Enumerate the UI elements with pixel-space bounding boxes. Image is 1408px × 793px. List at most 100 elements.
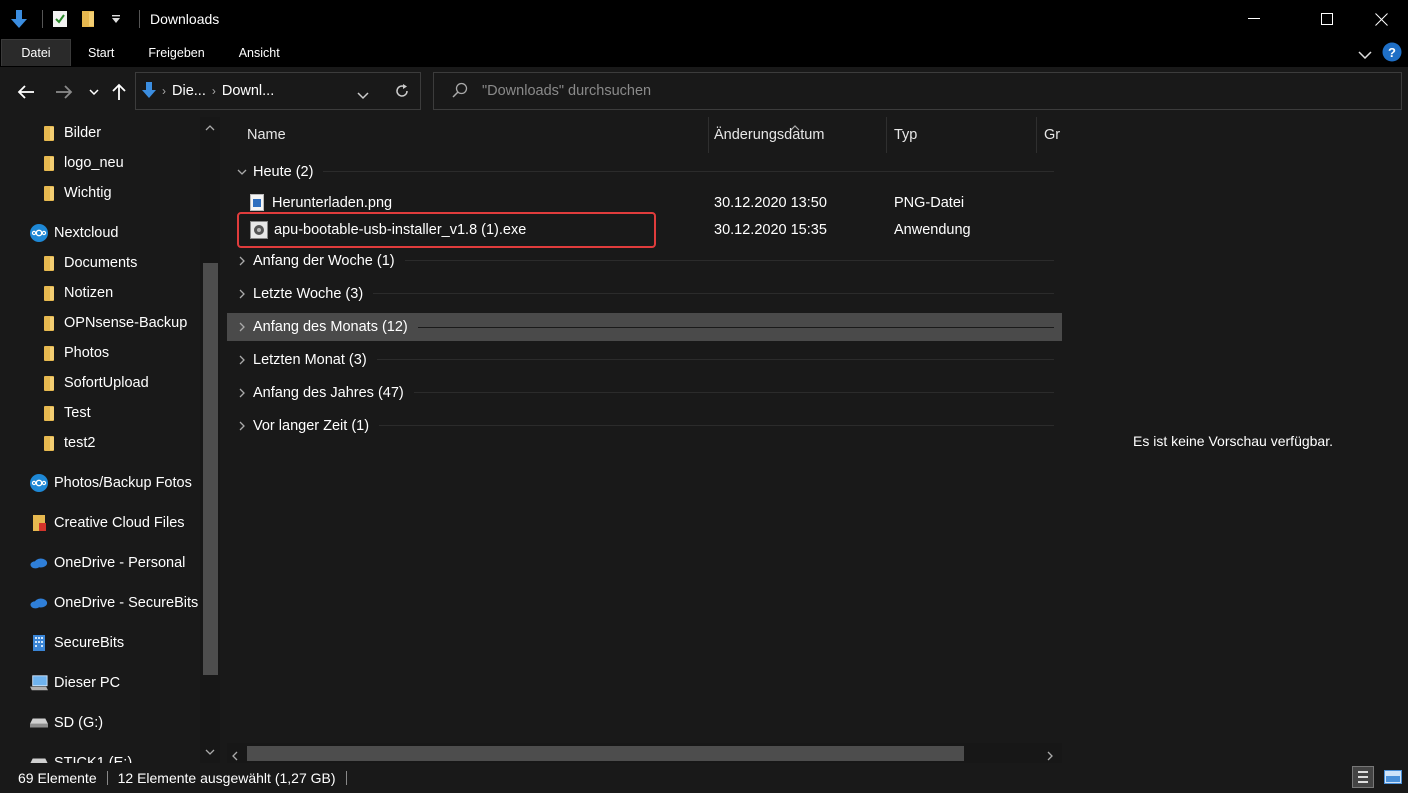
sidebar-item-dieser-pc[interactable]: Dieser PC — [30, 669, 222, 697]
group-header-last-month[interactable]: Letzten Monat (3) — [227, 343, 1062, 376]
search-icon — [452, 82, 468, 101]
group-divider — [376, 359, 1054, 360]
group-header-last-week[interactable]: Letzte Woche (3) — [227, 277, 1062, 310]
breadcrumb-separator-icon: › — [162, 84, 166, 98]
folder-icon — [40, 434, 58, 452]
status-bar: 69 Elemente 12 Elemente ausgewählt (1,27… — [0, 763, 1408, 793]
customize-toolbar-icon[interactable] — [105, 8, 127, 30]
forward-arrow-icon[interactable] — [52, 80, 76, 104]
column-header-date[interactable]: Änderungsdatum — [714, 117, 824, 153]
back-arrow-icon[interactable] — [14, 80, 38, 104]
search-box[interactable] — [433, 72, 1402, 110]
expand-ribbon-icon[interactable] — [1358, 46, 1372, 62]
scroll-down-icon[interactable] — [200, 744, 220, 760]
folder-icon — [40, 124, 58, 142]
column-header-name[interactable]: Name — [247, 117, 286, 153]
minimize-button[interactable] — [1208, 0, 1300, 38]
expand-chevron-icon[interactable] — [235, 289, 249, 299]
address-dropdown-icon[interactable] — [357, 87, 369, 103]
horizontal-scrollbar[interactable] — [227, 743, 1062, 763]
group-header-month-start[interactable]: Anfang des Monats (12) — [227, 313, 1062, 341]
sidebar-item-wichtig[interactable]: Wichtig — [40, 179, 222, 207]
new-folder-icon[interactable] — [77, 8, 99, 30]
close-icon — [1374, 12, 1388, 26]
tab-start[interactable]: Start — [71, 39, 131, 66]
group-header-today[interactable]: Heute (2) — [227, 155, 1062, 188]
expand-chevron-icon[interactable] — [235, 388, 249, 398]
details-view-button[interactable] — [1352, 766, 1374, 788]
collapse-chevron-icon[interactable] — [235, 169, 249, 175]
status-separator — [106, 771, 108, 785]
horizontal-scrollbar-thumb[interactable] — [247, 746, 964, 761]
sidebar-item-label: OneDrive - Personal — [54, 555, 186, 571]
sidebar-item-notizen[interactable]: Notizen — [40, 279, 222, 307]
nextcloud-icon — [30, 474, 48, 492]
close-button[interactable] — [1354, 0, 1408, 38]
sidebar-item-onedrive-securebits[interactable]: OneDrive - SecureBits — [30, 589, 222, 617]
creative-cloud-folder-icon — [30, 514, 48, 532]
column-divider[interactable] — [1036, 117, 1037, 153]
column-header-type[interactable]: Typ — [894, 117, 917, 153]
group-header-year-start[interactable]: Anfang des Jahres (47) — [227, 376, 1062, 409]
group-header-week-start[interactable]: Anfang der Woche (1) — [227, 244, 1062, 277]
group-label: Anfang des Monats (12) — [253, 319, 408, 335]
sidebar-item-sd-drive[interactable]: SD (G:) — [30, 709, 222, 737]
scroll-up-icon[interactable] — [200, 120, 220, 136]
sidebar-item-photos-backup-fotos[interactable]: Photos/Backup Fotos — [30, 469, 222, 497]
folder-icon — [40, 184, 58, 202]
expand-chevron-icon[interactable] — [235, 355, 249, 365]
expand-chevron-icon[interactable] — [235, 421, 249, 431]
breadcrumb-separator-icon: › — [211, 84, 216, 98]
sidebar-item-sofortupload[interactable]: SofortUpload — [40, 369, 222, 397]
group-header-long-ago[interactable]: Vor langer Zeit (1) — [227, 409, 1062, 442]
sidebar-scrollbar-thumb[interactable] — [203, 263, 218, 675]
breadcrumb-item[interactable]: Downl... — [222, 83, 274, 99]
sidebar-item-bilder[interactable]: Bilder — [40, 119, 222, 147]
tab-ansicht[interactable]: Ansicht — [222, 39, 297, 66]
group-label: Heute (2) — [253, 163, 314, 180]
window-title: Downloads — [150, 11, 220, 27]
properties-icon[interactable] — [49, 8, 71, 30]
scroll-right-icon[interactable] — [1047, 748, 1053, 764]
group-divider — [379, 425, 1054, 426]
column-divider[interactable] — [886, 117, 887, 153]
recent-locations-chevron-icon[interactable] — [82, 80, 106, 104]
sidebar-item-label: SD (G:) — [54, 715, 104, 731]
sidebar-item-label: test2 — [64, 435, 96, 451]
scroll-left-icon[interactable] — [232, 748, 238, 764]
sidebar-item-nextcloud[interactable]: Nextcloud — [30, 219, 222, 247]
sidebar-item-logo-neu[interactable]: logo_neu — [40, 149, 222, 177]
download-arrow-icon[interactable] — [8, 8, 30, 30]
column-header-size[interactable]: Gr — [1044, 117, 1062, 153]
sidebar-scrollbar[interactable] — [200, 117, 220, 763]
help-icon[interactable]: ? — [1382, 42, 1402, 65]
refresh-icon[interactable] — [394, 83, 410, 102]
search-input[interactable] — [482, 83, 1282, 99]
expand-chevron-icon[interactable] — [235, 322, 249, 332]
sidebar-item-label: OneDrive - SecureBits — [54, 595, 199, 611]
sidebar-item-label: Test — [64, 405, 91, 421]
expand-chevron-icon[interactable] — [235, 256, 249, 266]
sidebar-item-label: Creative Cloud Files — [54, 515, 185, 531]
group-divider — [323, 171, 1054, 172]
address-bar[interactable]: › Die... › Downl... — [135, 72, 421, 110]
breadcrumb-item[interactable]: Die... — [172, 83, 206, 99]
sidebar-item-creative-cloud-files[interactable]: Creative Cloud Files — [30, 509, 222, 537]
tab-datei[interactable]: Datei — [1, 39, 71, 66]
column-divider[interactable] — [708, 117, 709, 153]
sidebar-item-photos[interactable]: Photos — [40, 339, 222, 367]
tab-freigeben[interactable]: Freigeben — [131, 39, 221, 66]
sidebar-item-stick1-drive[interactable]: STICK1 (E:) — [30, 749, 222, 763]
sidebar-item-test[interactable]: Test — [40, 399, 222, 427]
status-separator — [345, 771, 347, 785]
sidebar-item-test2[interactable]: test2 — [40, 429, 222, 457]
up-arrow-icon[interactable] — [107, 80, 131, 104]
sidebar-item-documents[interactable]: Documents — [40, 249, 222, 277]
maximize-button[interactable] — [1300, 0, 1354, 38]
folder-icon — [40, 404, 58, 422]
sidebar-item-onedrive-personal[interactable]: OneDrive - Personal — [30, 549, 222, 577]
group-divider — [413, 392, 1054, 393]
sidebar-item-securebits[interactable]: SecureBits — [30, 629, 222, 657]
sidebar-item-opnsense-backup[interactable]: OPNsense-Backup — [40, 309, 222, 337]
large-icons-view-button[interactable] — [1382, 766, 1404, 788]
